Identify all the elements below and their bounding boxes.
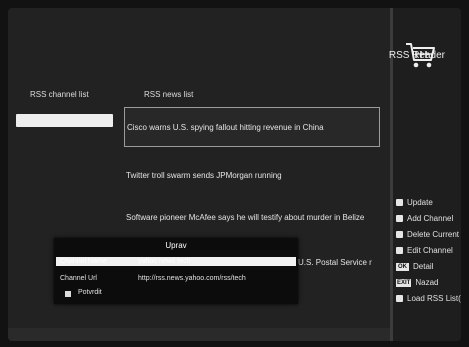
blue-button-icon — [396, 247, 403, 254]
menu-label: Delete Current — [407, 230, 460, 239]
white-button-icon — [396, 295, 403, 302]
menu-add-channel[interactable]: Add Channel — [396, 214, 453, 223]
channel-name-label: Channel Name — [60, 258, 107, 265]
channel-list-header: RSS channel list — [30, 90, 89, 99]
menu-label: Edit Channel — [407, 246, 453, 255]
screen: RSS Reader RSS channel list RSS news lis… — [8, 8, 461, 341]
menu-update[interactable]: Update — [396, 198, 433, 207]
news-item[interactable]: Twitter troll swarm sends JPMorgan runni… — [124, 171, 380, 180]
menu-label: Load RSS List( — [407, 294, 461, 303]
menu-back[interactable]: EXIT Nazad — [396, 278, 438, 287]
menu-detail[interactable]: OK Detail — [396, 262, 433, 271]
exit-key-icon: EXIT — [396, 278, 412, 287]
ok-key-icon: OK — [396, 262, 409, 271]
news-item-truncated[interactable]: U.S. Postal Service r — [298, 258, 372, 267]
news-item-title: Cisco warns U.S. spying fallout hitting … — [127, 122, 324, 132]
menu-delete-current[interactable]: Delete Current — [396, 230, 459, 239]
menu-label: Add Channel — [407, 214, 454, 223]
dialog-title: Uprav — [165, 241, 187, 250]
menu-edit-channel[interactable]: Edit Channel — [396, 246, 453, 255]
channel-name-field[interactable]: yahoo news tech — [138, 258, 191, 265]
confirm-label[interactable]: Potvrdit — [78, 289, 102, 296]
channel-url-label: Channel Url — [60, 275, 97, 282]
red-button-icon — [396, 199, 403, 206]
green-button-icon — [396, 215, 403, 222]
news-list-header: RSS news list — [144, 90, 194, 99]
news-item[interactable]: Software pioneer McAfee says he will tes… — [124, 213, 380, 222]
confirm-checkbox[interactable] — [65, 291, 71, 297]
news-item-selected[interactable]: Cisco warns U.S. spying fallout hitting … — [124, 107, 380, 147]
edit-channel-dialog: Uprav Channel Name yahoo news tech Chann… — [54, 238, 298, 304]
menu-label: Update — [407, 198, 433, 207]
channel-url-field[interactable]: http://rss.news.yahoo.com/rss/tech — [138, 275, 246, 282]
menu-load-rss-list[interactable]: Load RSS List( — [396, 294, 461, 303]
yellow-button-icon — [396, 231, 403, 238]
channel-list-item-selected[interactable] — [16, 114, 113, 127]
menu-label: Nazad — [415, 278, 439, 287]
shopping-cart-icon — [406, 43, 435, 68]
menu-label: Detail — [413, 262, 434, 271]
